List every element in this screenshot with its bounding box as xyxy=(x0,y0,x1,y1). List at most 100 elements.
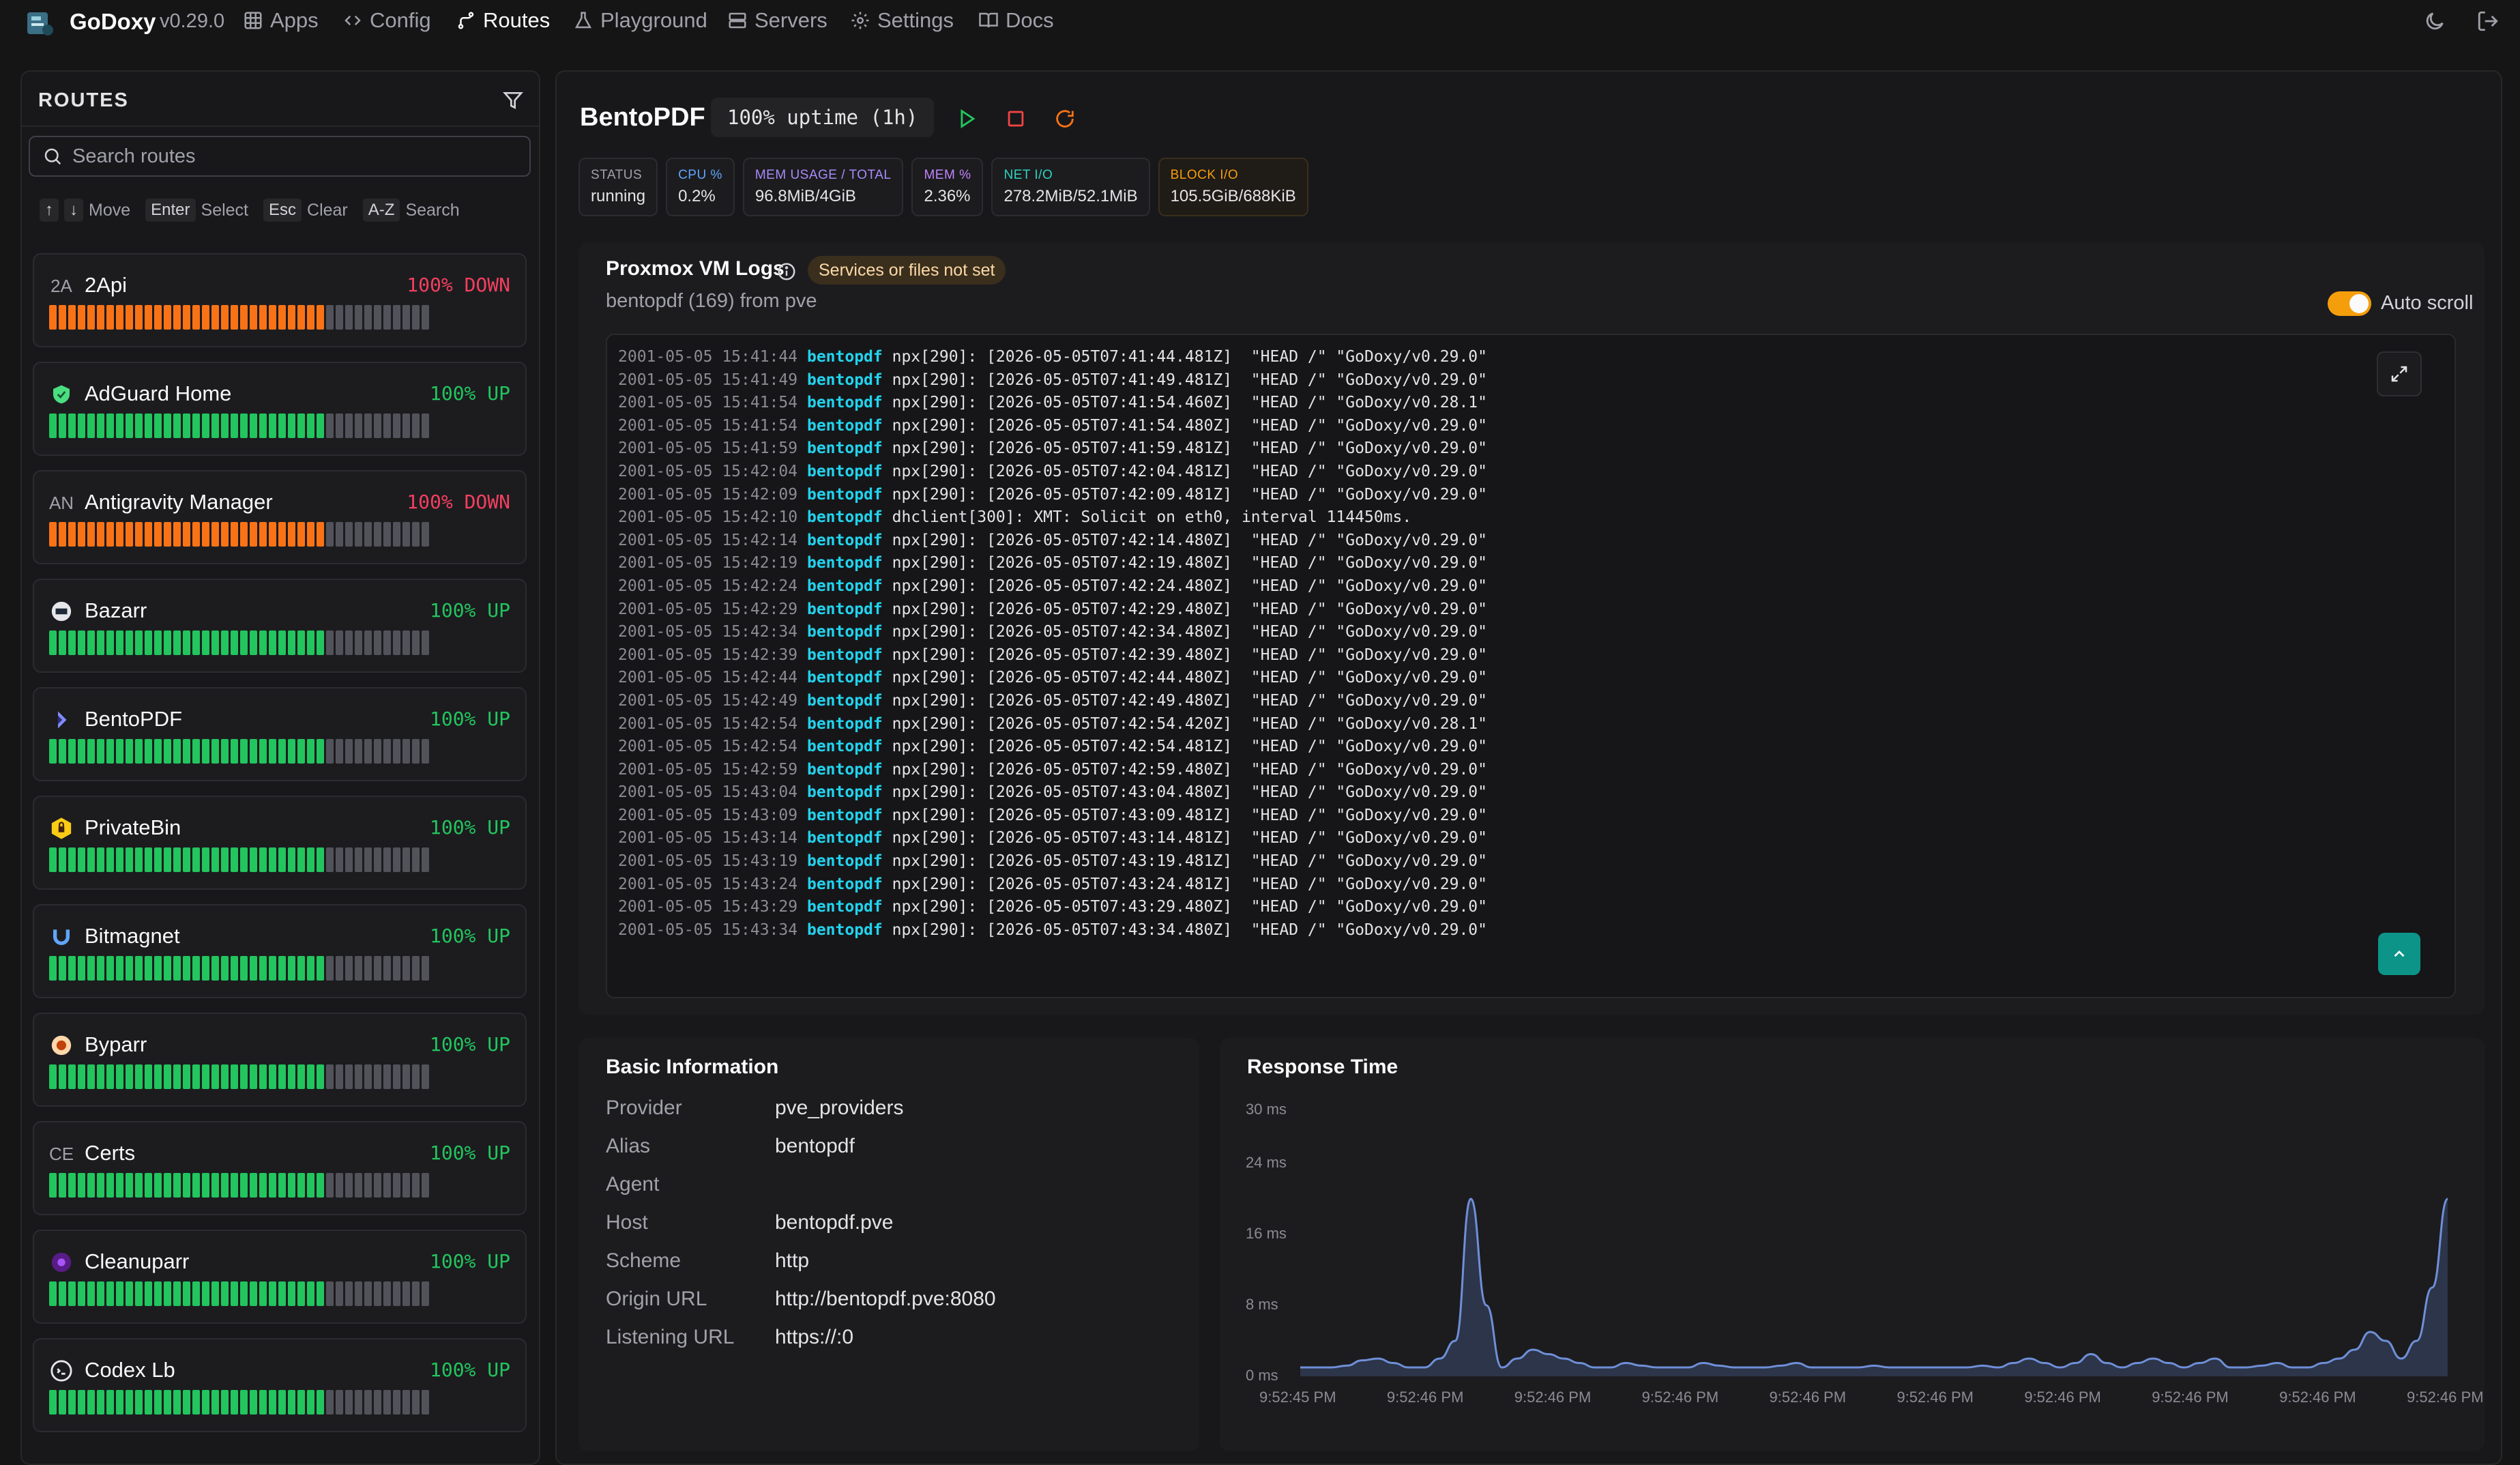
filter-icon[interactable] xyxy=(502,89,524,111)
uptime-bar xyxy=(211,1281,219,1306)
uptime-bar xyxy=(383,1390,391,1415)
nav-docs[interactable]: Docs xyxy=(978,8,1054,33)
restart-icon[interactable] xyxy=(1053,107,1076,130)
uptime-bar xyxy=(164,1281,171,1306)
nav-playground[interactable]: Playground xyxy=(573,8,707,33)
uptime-bar xyxy=(307,847,314,872)
route-card[interactable]: Codex Lb 100% UP xyxy=(33,1338,527,1432)
uptime-bar xyxy=(307,522,314,547)
nav-settings[interactable]: Settings xyxy=(850,8,954,33)
uptime-bar xyxy=(297,1173,305,1198)
uptime-bar xyxy=(278,1064,286,1089)
uptime-bar xyxy=(116,305,123,330)
uptime-bar xyxy=(412,630,420,655)
uptime-bar xyxy=(288,1173,295,1198)
uptime-bar xyxy=(87,1390,95,1415)
uptime-bar xyxy=(221,739,229,764)
route-card[interactable]: Bazarr 100% UP xyxy=(33,579,527,673)
uptime-bar xyxy=(231,414,238,438)
uptime-bar xyxy=(173,956,181,981)
route-card[interactable]: Bitmagnet 100% UP xyxy=(33,904,527,998)
uptime-bar xyxy=(59,522,66,547)
nav-servers[interactable]: Servers xyxy=(727,8,827,33)
stat-value: 96.8MiB/4GiB xyxy=(754,187,856,205)
log-output[interactable]: 2001-05-05 15:41:44 bentopdf npx[290]: [… xyxy=(606,334,2456,998)
uptime-bar xyxy=(78,1173,85,1198)
moon-icon[interactable] xyxy=(2423,10,2446,33)
expand-button[interactable] xyxy=(2377,351,2422,396)
uptime-bar xyxy=(412,305,420,330)
scroll-up-button[interactable] xyxy=(2378,933,2420,975)
uptime-bar xyxy=(336,956,343,981)
uptime-bar xyxy=(173,1281,181,1306)
uptime-bar xyxy=(183,414,190,438)
key-down: ↓ xyxy=(64,199,83,222)
uptime-bar xyxy=(374,739,381,764)
info-key: Alias xyxy=(606,1135,651,1157)
hint-select: Select xyxy=(201,200,248,220)
uptime-bar xyxy=(422,956,429,981)
uptime-bar xyxy=(154,739,162,764)
uptime-bar xyxy=(116,956,123,981)
uptime-bar xyxy=(221,414,229,438)
info-icon[interactable] xyxy=(776,261,797,282)
route-card[interactable]: PrivateBin 100% UP xyxy=(33,796,527,890)
uptime-bar xyxy=(269,414,276,438)
route-card[interactable]: AN Antigravity Manager 100% DOWN xyxy=(33,470,527,564)
uptime-bar xyxy=(87,1064,95,1089)
log-host: bentopdf xyxy=(806,669,883,687)
logout-icon[interactable] xyxy=(2476,10,2500,33)
log-line: 2001-05-05 15:41:49 bentopdf npx[290]: [… xyxy=(618,369,1487,392)
auto-scroll-toggle[interactable] xyxy=(2328,291,2371,316)
uptime-bar xyxy=(192,522,200,547)
uptime-bar xyxy=(154,847,162,872)
route-card[interactable]: 2A 2Api 100% DOWN xyxy=(33,253,527,347)
uptime-bar xyxy=(106,630,114,655)
hint-clear: Clear xyxy=(307,200,348,220)
uptime-bar xyxy=(78,414,85,438)
uptime-bar xyxy=(364,1064,372,1089)
stat-label: NET I/O xyxy=(1003,168,1053,182)
godoxy-logo[interactable] xyxy=(25,8,55,38)
uptime-bar xyxy=(59,956,66,981)
route-icon xyxy=(458,12,474,29)
uptime-bar xyxy=(307,414,314,438)
uptime-bar xyxy=(317,1064,324,1089)
start-icon[interactable] xyxy=(955,107,978,130)
uptime-bar xyxy=(259,630,267,655)
uptime-bar xyxy=(145,305,152,330)
uptime-bar xyxy=(250,305,257,330)
uptime-bar xyxy=(297,1281,305,1306)
stat-block-io: BLOCK I/O 105.5GiB/688KiB xyxy=(1158,158,1308,216)
uptime-bar xyxy=(336,1281,343,1306)
uptime-bar xyxy=(173,522,181,547)
route-status: 100% UP xyxy=(429,1359,510,1381)
stop-icon[interactable] xyxy=(1004,107,1027,130)
uptime-bar xyxy=(336,630,343,655)
uptime-bar xyxy=(164,1064,171,1089)
route-card[interactable]: AdGuard Home 100% UP xyxy=(33,362,527,456)
uptime-bar xyxy=(269,956,276,981)
info-value: pve_providers xyxy=(775,1097,904,1119)
uptime-bar xyxy=(355,847,362,872)
app-name[interactable]: GoDoxy xyxy=(70,9,156,35)
uptime-bar xyxy=(106,305,114,330)
uptime-bar xyxy=(345,1064,353,1089)
route-card[interactable]: BentoPDF 100% UP xyxy=(33,687,527,781)
route-status: 100% UP xyxy=(429,599,510,622)
route-card[interactable]: Cleanuparr 100% UP xyxy=(33,1230,527,1324)
search-box[interactable] xyxy=(29,136,531,177)
nav-apps[interactable]: Apps xyxy=(243,8,319,33)
uptime-bar xyxy=(259,522,267,547)
adguard-shield-icon xyxy=(49,382,74,407)
route-card[interactable]: Byparr 100% UP xyxy=(33,1013,527,1107)
nav-routes[interactable]: Routes xyxy=(456,8,550,33)
route-card[interactable]: CE Certs 100% UP xyxy=(33,1121,527,1215)
uptime-bar xyxy=(49,522,57,547)
uptime-bar xyxy=(402,1064,410,1089)
nav-config[interactable]: Config xyxy=(342,8,431,33)
uptime-bar xyxy=(202,522,209,547)
log-timestamp: 2001-05-05 15:42:14 xyxy=(618,531,798,549)
uptime-bar xyxy=(364,739,372,764)
search-input[interactable] xyxy=(71,144,510,169)
